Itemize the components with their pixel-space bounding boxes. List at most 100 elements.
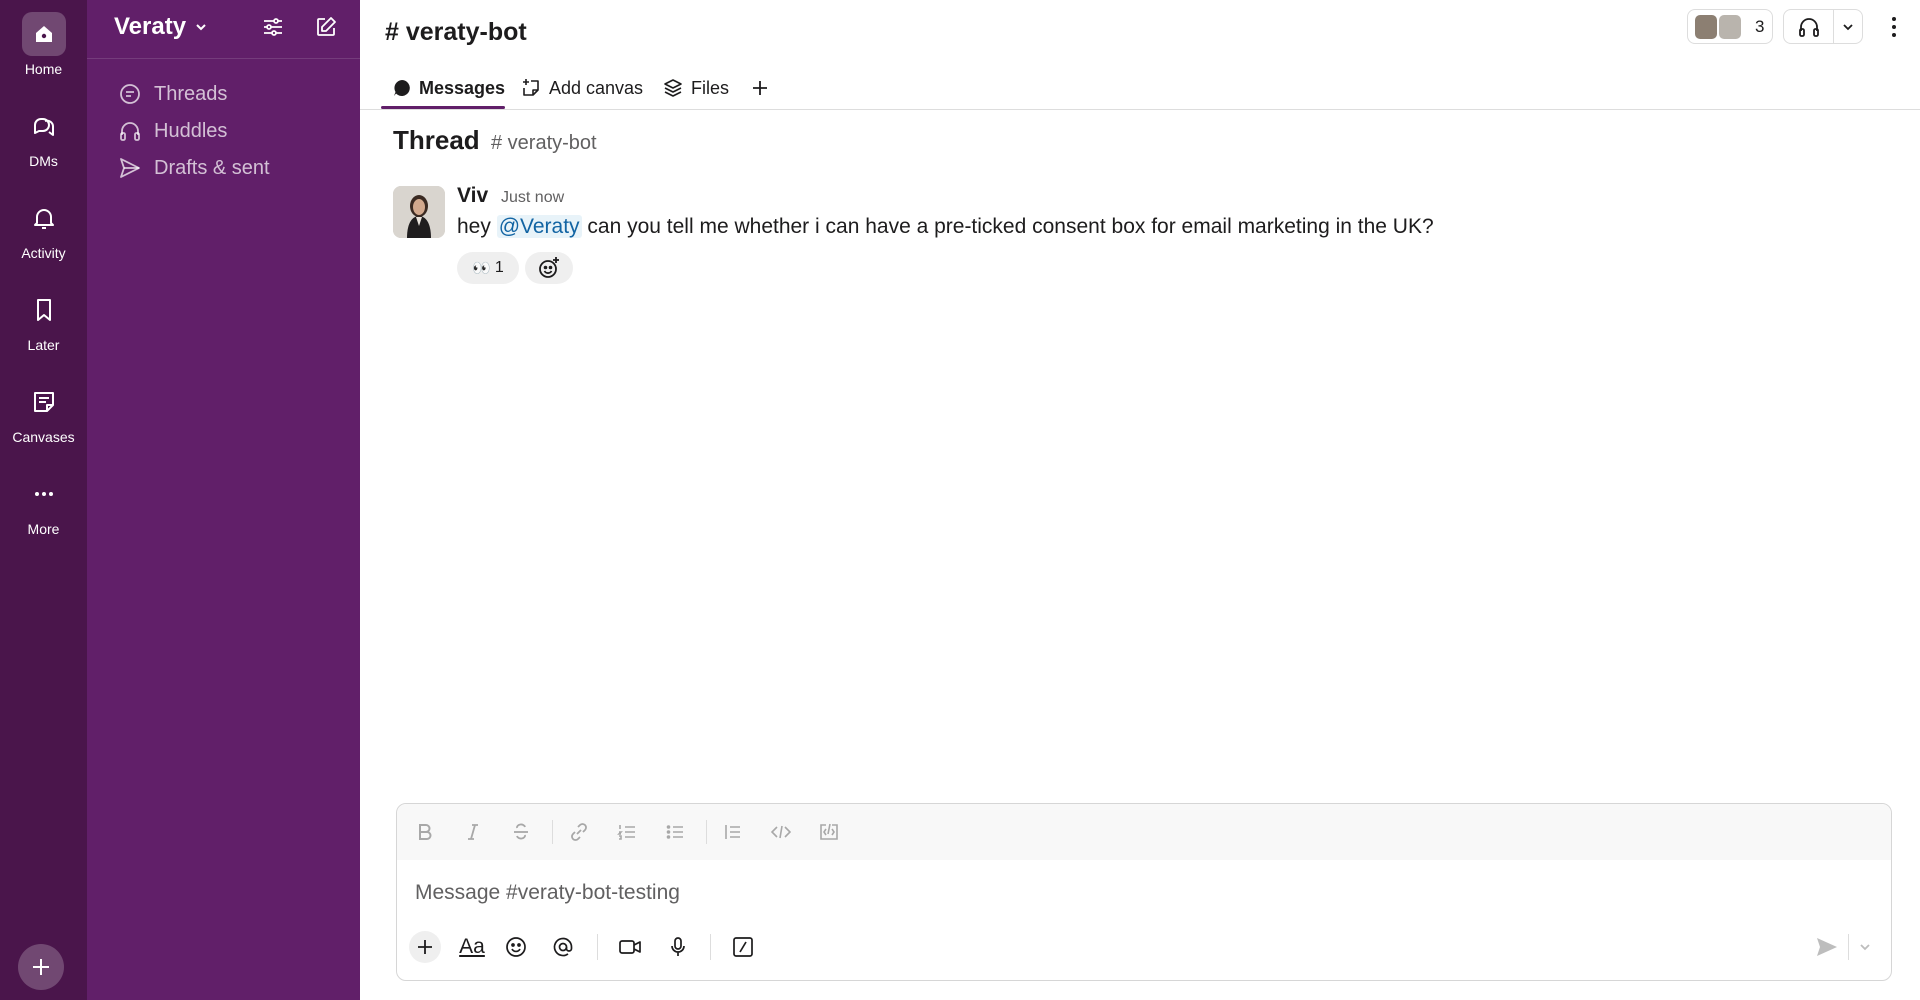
bold-icon — [415, 822, 435, 842]
send-icon — [118, 156, 142, 180]
threads-icon — [118, 82, 142, 106]
shortcuts-button[interactable] — [728, 932, 758, 962]
sidebar-item-drafts-sent[interactable]: Drafts & sent — [118, 153, 270, 183]
plus-icon — [416, 938, 434, 956]
send-button[interactable] — [1812, 932, 1842, 962]
bullet-list-button[interactable] — [661, 818, 689, 846]
message-icon — [393, 79, 411, 97]
link-icon — [569, 822, 589, 842]
emoji-icon — [505, 936, 527, 958]
canvas-icon — [22, 380, 66, 424]
rail-label-home: Home — [24, 61, 63, 77]
rail-item-more[interactable]: More — [0, 472, 87, 537]
bullet-list-icon — [665, 822, 685, 842]
add-reaction-button[interactable] — [525, 252, 573, 284]
chevron-down-icon — [1858, 940, 1872, 954]
sidebar-item-huddles[interactable]: Huddles — [118, 116, 227, 146]
compose-icon — [314, 15, 338, 39]
rail-item-dms[interactable]: DMs — [0, 104, 87, 169]
add-canvas-icon — [521, 78, 541, 98]
attach-button[interactable] — [409, 931, 441, 963]
members-button[interactable]: 3 — [1687, 9, 1773, 44]
formatting-toggle-button[interactable]: Aa — [455, 932, 489, 962]
composer-divider — [1848, 934, 1849, 960]
text-format-label: Aa — [459, 935, 485, 958]
send-icon — [1815, 936, 1839, 958]
eyes-emoji-icon: 👀 — [472, 260, 491, 277]
formatting-toolbar — [397, 804, 1891, 860]
message-input[interactable] — [415, 876, 1865, 910]
message-author[interactable]: Viv — [457, 184, 488, 208]
channel-tabs: Messages Add canvas Files — [360, 66, 1920, 110]
tab-files[interactable]: Files — [663, 66, 729, 110]
mention-button[interactable] — [548, 932, 578, 962]
tab-label: Add canvas — [549, 77, 644, 98]
rail-item-later[interactable]: Later — [0, 288, 87, 353]
message-text-end: can you tell me whether i can have a pre… — [581, 215, 1434, 238]
emoji-button[interactable] — [501, 932, 531, 962]
sidebar-item-threads[interactable]: Threads — [118, 79, 227, 109]
bell-icon — [22, 196, 66, 240]
reaction-pill[interactable]: 👀 1 — [457, 252, 519, 284]
blockquote-button[interactable] — [719, 818, 747, 846]
strikethrough-button[interactable] — [507, 818, 535, 846]
toolbar-divider — [706, 820, 707, 844]
dms-icon — [22, 104, 66, 148]
italic-button[interactable] — [459, 818, 487, 846]
sidebar-item-label: Drafts & sent — [154, 156, 270, 179]
files-icon — [663, 78, 683, 98]
rail-item-activity[interactable]: Activity — [0, 196, 87, 261]
workspace-header: Veraty — [87, 0, 360, 59]
huddle-options-button[interactable] — [1834, 10, 1862, 43]
reaction-count: 1 — [494, 259, 504, 276]
workspace-rail: Home DMs Activity Later Canvases More — [0, 0, 87, 1000]
channel-title[interactable]: # veraty-bot — [385, 18, 527, 47]
user-mention[interactable]: @Veraty — [496, 215, 582, 238]
huddle-button[interactable] — [1784, 10, 1834, 43]
sliders-icon — [261, 15, 285, 39]
workspace-name: Veraty — [114, 13, 187, 40]
rail-label-more: More — [27, 521, 60, 537]
headphones-icon — [1797, 15, 1821, 39]
tab-add-canvas[interactable]: Add canvas — [521, 66, 643, 110]
rail-item-canvases[interactable]: Canvases — [0, 380, 87, 445]
kebab-icon — [1891, 16, 1897, 38]
chevron-down-icon — [1841, 20, 1855, 34]
rail-label-dms: DMs — [29, 153, 58, 169]
tab-label: Messages — [419, 77, 506, 98]
add-workspace-button[interactable] — [18, 944, 64, 990]
code-button[interactable] — [767, 818, 795, 846]
thread-channel-link[interactable]: # veraty-bot — [491, 132, 597, 155]
message-timestamp[interactable]: Just now — [501, 189, 564, 207]
audio-clip-button[interactable] — [663, 932, 693, 962]
filter-button[interactable] — [258, 12, 288, 42]
link-button[interactable] — [565, 818, 593, 846]
avatar[interactable] — [393, 186, 445, 238]
member-avatar — [1695, 14, 1717, 39]
sidebar-item-label: Huddles — [154, 119, 228, 142]
code-block-icon — [819, 822, 839, 842]
bold-button[interactable] — [411, 818, 439, 846]
compose-button[interactable] — [311, 12, 341, 42]
main-panel: # veraty-bot 3 Messages Add canvas Files… — [360, 0, 1920, 1000]
rail-label-canvases: Canvases — [12, 429, 75, 445]
tab-messages[interactable]: Messages — [393, 66, 505, 110]
home-icon — [21, 12, 66, 56]
microphone-icon — [667, 936, 689, 958]
video-icon — [618, 936, 642, 958]
thread-title: Thread — [393, 125, 480, 155]
workspace-menu-button[interactable]: Veraty — [114, 13, 208, 41]
message-text-start: hey — [457, 215, 497, 238]
channel-menu-button[interactable] — [1882, 13, 1906, 41]
video-clip-button[interactable] — [615, 932, 645, 962]
member-count: 3 — [1755, 16, 1765, 36]
code-block-button[interactable] — [815, 818, 843, 846]
ordered-list-button[interactable] — [613, 818, 641, 846]
italic-icon — [463, 822, 483, 842]
sidebar: Veraty Threads Huddles Drafts & sent — [87, 0, 360, 1000]
slash-command-icon — [732, 936, 754, 958]
rail-item-home[interactable]: Home — [0, 12, 87, 77]
add-tab-button[interactable] — [750, 66, 770, 110]
rail-label-activity: Activity — [21, 245, 66, 261]
schedule-send-button[interactable] — [1853, 932, 1877, 962]
